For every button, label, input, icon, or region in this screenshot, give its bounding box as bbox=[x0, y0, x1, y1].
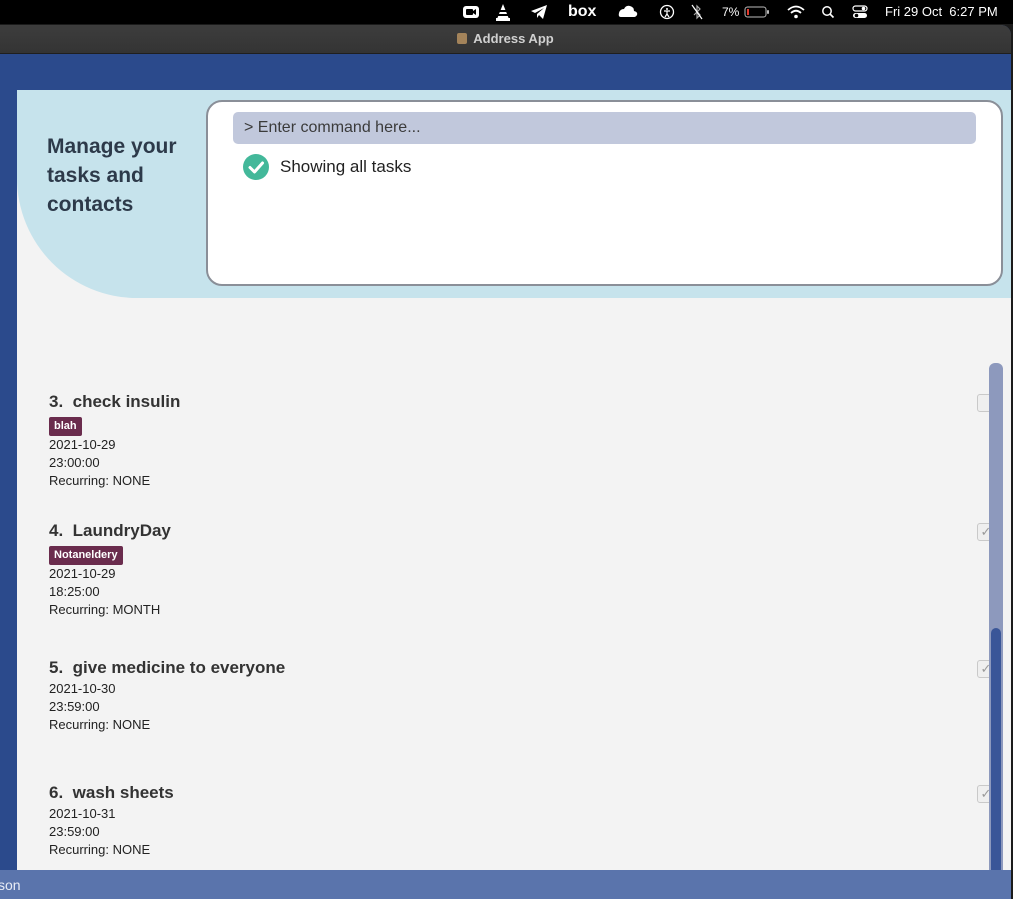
accessibility-icon[interactable] bbox=[659, 0, 675, 24]
window-titlebar[interactable]: Address App bbox=[0, 25, 1011, 54]
task-index: 3. bbox=[49, 392, 64, 411]
task-name: check insulin bbox=[72, 392, 181, 411]
menubar-clock[interactable]: Fri 29 Oct 6:27 PM bbox=[885, 0, 998, 24]
status-message: Showing all tasks bbox=[280, 157, 412, 176]
bluetooth-off-icon[interactable] bbox=[691, 0, 703, 24]
window-title: Address App bbox=[473, 31, 554, 46]
command-input[interactable] bbox=[233, 112, 976, 144]
task-list: 3. check insulin blah 2021-10-29 23:00:0… bbox=[17, 330, 1011, 860]
task-tag: Notaneldery bbox=[49, 546, 123, 565]
success-check-icon bbox=[243, 154, 269, 180]
box-icon[interactable]: box bbox=[568, 0, 596, 24]
wifi-icon[interactable] bbox=[787, 0, 805, 24]
status-bar-path: son bbox=[0, 877, 21, 893]
control-center-icon[interactable] bbox=[852, 0, 868, 24]
scrollbar-thumb[interactable] bbox=[991, 628, 1001, 880]
task-name: LaundryDay bbox=[72, 521, 171, 540]
task-name: wash sheets bbox=[72, 783, 174, 802]
search-icon[interactable] bbox=[821, 0, 835, 24]
tagline: Manage your tasks and contacts bbox=[47, 135, 177, 216]
task-time: 23:59:00 bbox=[49, 699, 100, 714]
task-date: 2021-10-30 bbox=[49, 681, 116, 696]
task-index: 5. bbox=[49, 658, 64, 677]
task-card[interactable]: 4. LaundryDay Notaneldery 2021-10-29 18:… bbox=[49, 519, 995, 619]
battery-percent: 7% bbox=[722, 5, 740, 19]
menu-band bbox=[0, 54, 1011, 90]
task-recurring: Recurring: NONE bbox=[49, 473, 151, 488]
menubar: box 7% Fri 29 Oct 6:27 PM bbox=[0, 0, 1013, 24]
task-time: 18:25:00 bbox=[49, 584, 100, 599]
task-list-scrollbar[interactable] bbox=[989, 363, 1003, 883]
task-time: 23:59:00 bbox=[49, 824, 100, 839]
task-index: 6. bbox=[49, 783, 64, 802]
task-title: 5. give medicine to everyone bbox=[49, 656, 969, 680]
task-card[interactable]: 5. give medicine to everyone 2021-10-30 … bbox=[49, 656, 995, 734]
task-recurring: Recurring: NONE bbox=[49, 842, 151, 857]
task-card[interactable]: 3. check insulin blah 2021-10-29 23:00:0… bbox=[49, 390, 995, 490]
task-name: give medicine to everyone bbox=[72, 658, 286, 677]
app-icon bbox=[457, 33, 468, 44]
task-title: 6. wash sheets bbox=[49, 781, 969, 805]
task-time: 23:00:00 bbox=[49, 455, 100, 470]
cloud-icon[interactable] bbox=[617, 0, 639, 24]
zoom-icon[interactable] bbox=[462, 0, 480, 24]
battery-icon[interactable] bbox=[744, 0, 770, 24]
command-box: Showing all tasks bbox=[206, 100, 1003, 286]
telegram-icon[interactable] bbox=[530, 0, 548, 24]
app-window: Address App Manage your tasks and contac… bbox=[0, 25, 1011, 899]
task-title: 3. check insulin bbox=[49, 390, 969, 414]
task-date: 2021-10-31 bbox=[49, 806, 116, 821]
task-date: 2021-10-29 bbox=[49, 566, 116, 581]
task-date: 2021-10-29 bbox=[49, 437, 116, 452]
vlc-icon[interactable] bbox=[495, 0, 511, 24]
main-panel: Manage your tasks and contacts Showing a… bbox=[17, 90, 1011, 883]
status-bar: son bbox=[0, 870, 1011, 899]
task-recurring: Recurring: MONTH bbox=[49, 602, 161, 617]
task-title: 4. LaundryDay bbox=[49, 519, 969, 543]
task-tag: blah bbox=[49, 417, 82, 436]
task-card[interactable]: 6. wash sheets 2021-10-31 23:59:00 Recur… bbox=[49, 781, 995, 859]
task-index: 4. bbox=[49, 521, 64, 540]
task-recurring: Recurring: NONE bbox=[49, 717, 151, 732]
